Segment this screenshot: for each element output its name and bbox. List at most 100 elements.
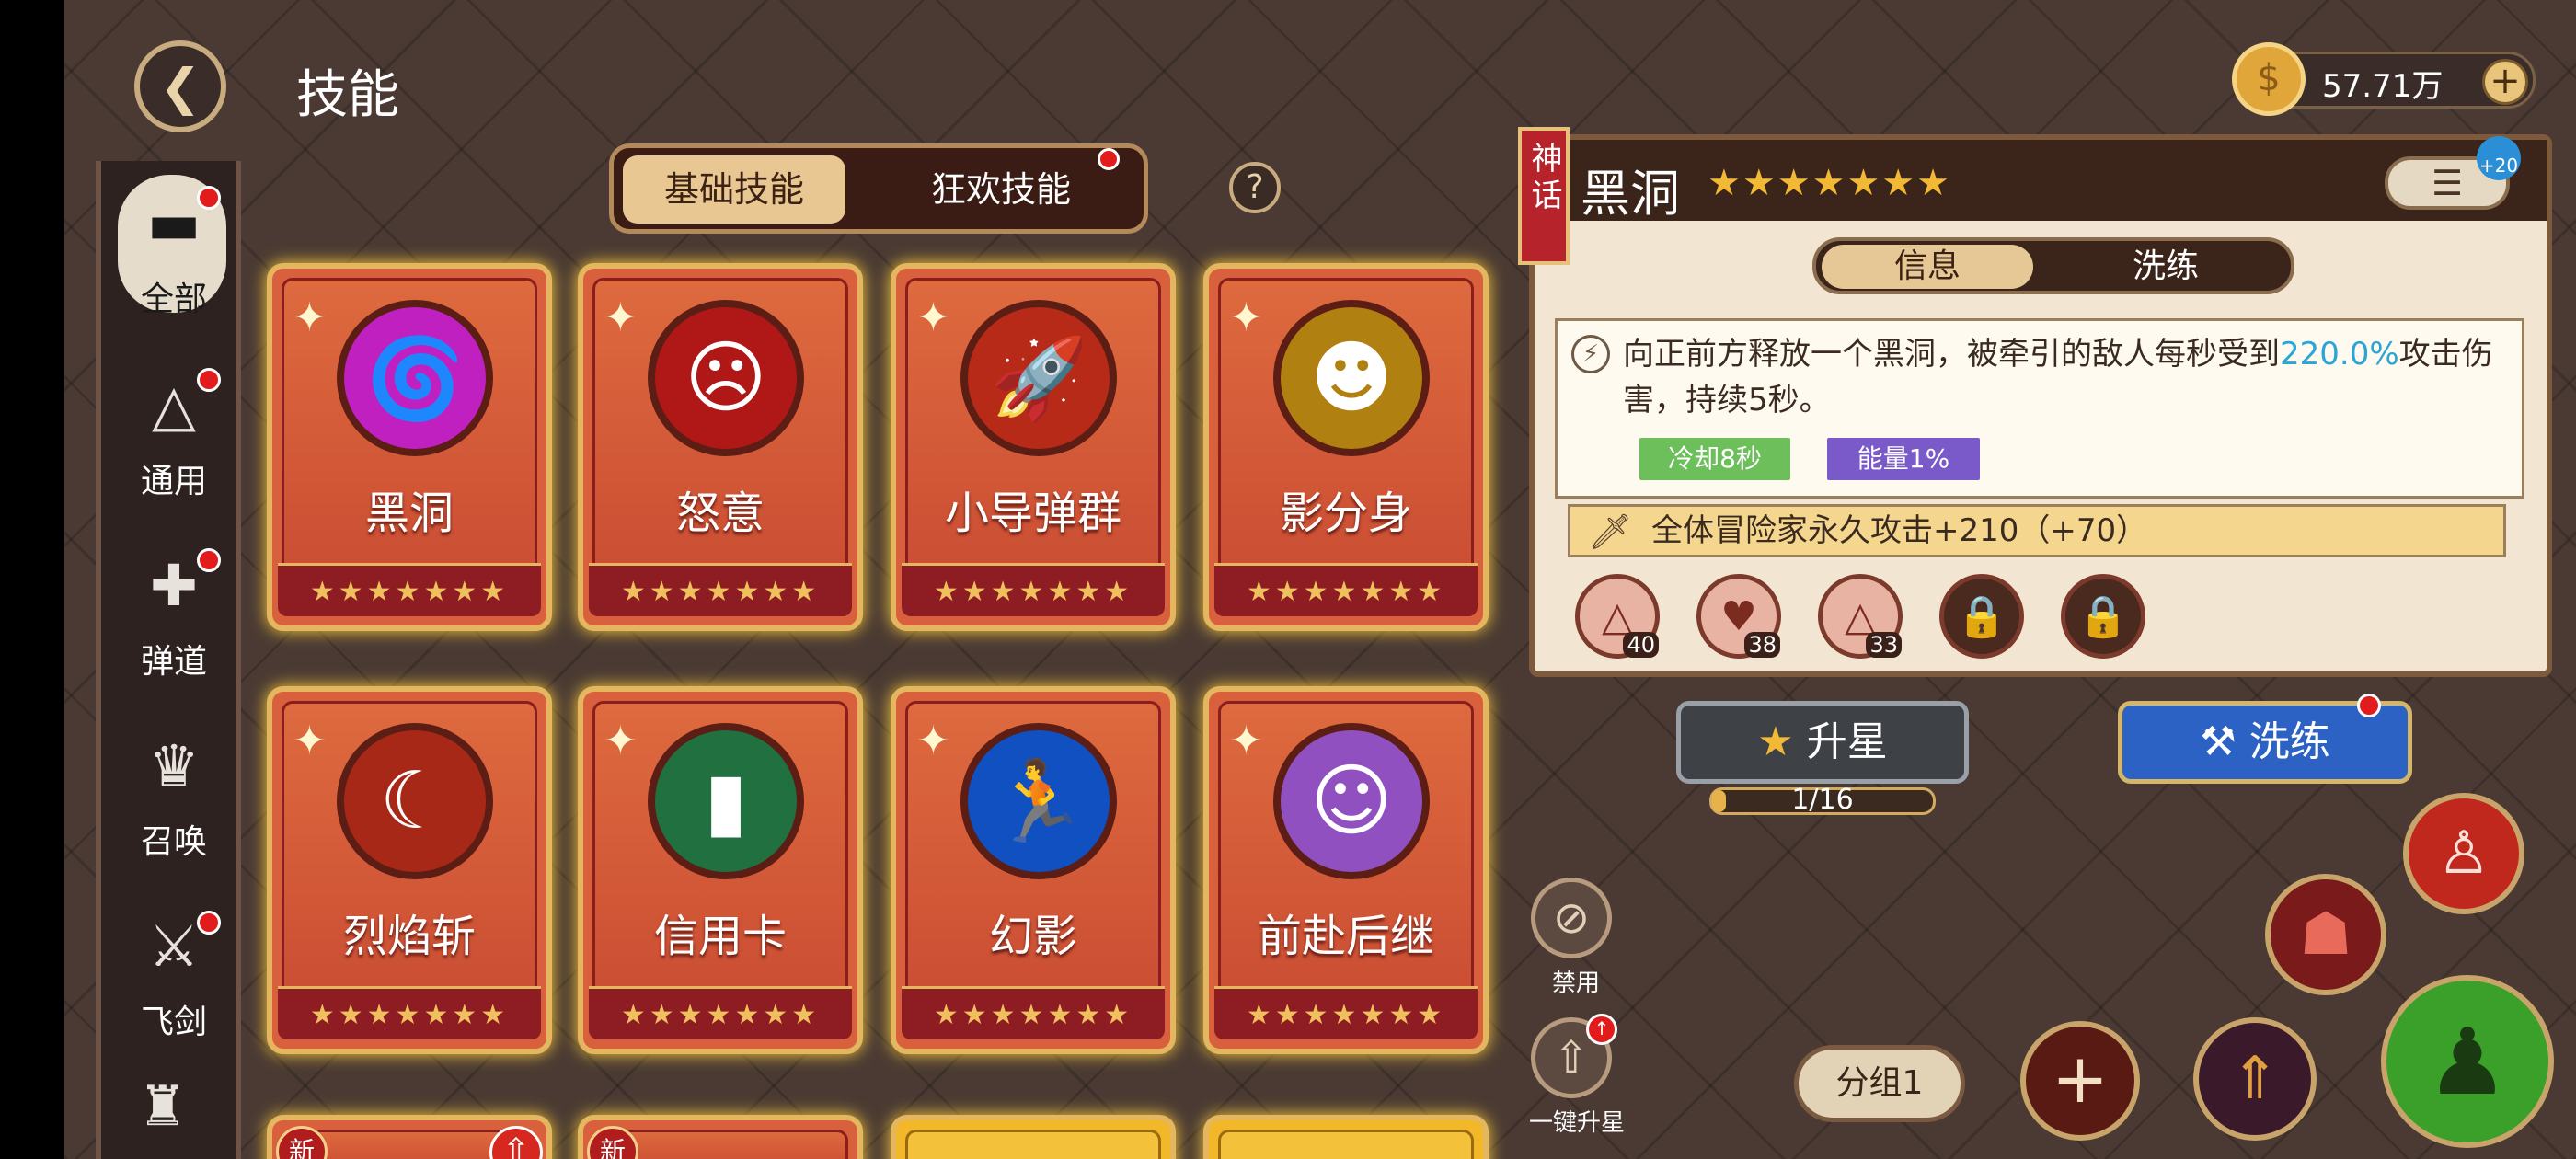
subtab-wash[interactable]: 洗练 bbox=[2046, 245, 2285, 289]
rune-slot-4[interactable]: 🔒 bbox=[1939, 574, 2024, 659]
back-button[interactable]: ❮ bbox=[134, 40, 226, 132]
list-icon: ☰ bbox=[2431, 163, 2464, 203]
skill-icon: ☺ bbox=[1273, 723, 1430, 879]
skill-card-name: 烈焰斩 bbox=[342, 911, 476, 962]
back-arrow-icon: ❮ bbox=[159, 57, 201, 116]
skill-card[interactable]: ✦ 🏃 幻影 ★★★★★★★ bbox=[891, 686, 1176, 1054]
skill-card-partial[interactable]: 新 ⇧ bbox=[267, 1115, 552, 1159]
skill-tabs: 基础技能 狂欢技能 bbox=[609, 143, 1148, 234]
subtab-info[interactable]: 信息 bbox=[1822, 245, 2033, 289]
sword-icon: 🗡 bbox=[1588, 511, 1633, 552]
ban-button[interactable]: ⊘ bbox=[1531, 878, 1612, 958]
skill-card-partial[interactable] bbox=[891, 1115, 1176, 1159]
wash-label: 洗练 bbox=[2248, 718, 2330, 765]
skill-icon: ☻ bbox=[1273, 300, 1430, 456]
rune-slot-3[interactable]: △ 33 bbox=[1818, 574, 1903, 659]
rune-count: 38 bbox=[1744, 632, 1780, 658]
sidebar-label: 弹道 bbox=[140, 643, 207, 681]
skill-card-stars: ★★★★★★★ bbox=[278, 563, 541, 616]
upgrade-badge-icon: ↑ bbox=[1586, 1014, 1617, 1045]
skill-icon: 🌀 bbox=[337, 300, 493, 456]
skill-card-stars: ★★★★★★★ bbox=[589, 563, 852, 616]
sparkle-icon: ✦ bbox=[604, 717, 638, 764]
cooldown-tag: 冷却8秒 bbox=[1639, 438, 1790, 480]
currency-value: 57.71万 bbox=[2322, 68, 2444, 105]
sparkle-icon: ✦ bbox=[916, 717, 950, 764]
skill-icon: ▮ bbox=[648, 723, 804, 879]
sidebar-label: 召唤 bbox=[140, 823, 207, 861]
skill-card-stars: ★★★★★★★ bbox=[278, 986, 541, 1039]
upgrade-arrow-icon: ⇧ bbox=[1552, 1032, 1591, 1084]
lock-icon: 🔒 bbox=[2077, 593, 2129, 640]
rune-count: 33 bbox=[1866, 632, 1902, 658]
bonus-bar: 全体冒险家永久攻击+210（+70） bbox=[1568, 504, 2506, 557]
skill-description: 向正前方释放一个黑洞，被牵引的敌人每秒受到220.0%攻击伤害，持续5秒。 bbox=[1623, 331, 2524, 423]
detail-skill-name: 黑洞 bbox=[1581, 165, 1680, 223]
skill-card-stars: ★★★★★★★ bbox=[902, 563, 1165, 616]
help-button[interactable]: ? bbox=[1229, 162, 1281, 213]
page-title: 技能 bbox=[296, 65, 399, 125]
upgrade-star-button[interactable]: ★ 升星 bbox=[1676, 701, 1969, 784]
skill-card-partial[interactable] bbox=[1203, 1115, 1489, 1159]
skill-card-stars: ★★★★★★★ bbox=[1214, 986, 1478, 1039]
sidebar-label: 全部 bbox=[140, 281, 207, 318]
gold-coin-icon: $ bbox=[2232, 42, 2306, 116]
sparkle-icon: ✦ bbox=[293, 717, 327, 764]
skill-card[interactable]: ✦ ☻ 影分身 ★★★★★★★ bbox=[1203, 263, 1489, 631]
sparkle-icon: ✦ bbox=[293, 294, 327, 341]
list-count-badge: +20 bbox=[2477, 136, 2521, 180]
add-currency-button[interactable]: + bbox=[2482, 59, 2528, 105]
energy-icon: ⚡ bbox=[1571, 335, 1610, 373]
tab-carnival-skills[interactable]: 狂欢技能 bbox=[868, 155, 1134, 224]
skill-card-partial[interactable]: 新 bbox=[578, 1115, 863, 1159]
skill-icon: ☹ bbox=[648, 300, 804, 456]
skill-card[interactable]: ✦ ☾ 烈焰斩 ★★★★★★★ bbox=[267, 686, 552, 1054]
rune-count: 40 bbox=[1623, 632, 1659, 658]
skill-card[interactable]: ✦ 🚀 小导弹群 ★★★★★★★ bbox=[891, 263, 1176, 631]
rune-slot-5[interactable]: 🔒 bbox=[2061, 574, 2145, 659]
skill-card-name: 前赴后继 bbox=[1257, 911, 1434, 962]
one-click-star-label: 一键升星 bbox=[1528, 1109, 1625, 1137]
skill-icon: ☾ bbox=[337, 723, 493, 879]
skill-card[interactable]: ✦ ▮ 信用卡 ★★★★★★★ bbox=[578, 686, 863, 1054]
equipped-skill-2[interactable]: ☗ bbox=[2265, 874, 2386, 995]
sparkle-icon: ✦ bbox=[1229, 294, 1263, 341]
star-icon: ★ bbox=[1757, 718, 1807, 765]
star-progress-text: 1/16 bbox=[1791, 784, 1854, 816]
equipped-skill-3[interactable]: ⇑ bbox=[2193, 1017, 2317, 1141]
spear-icon: ⇑ bbox=[2230, 1045, 2280, 1113]
notification-dot bbox=[1098, 148, 1120, 170]
notification-dot bbox=[197, 548, 221, 572]
ban-label: 禁用 bbox=[1551, 970, 1600, 997]
main-skill-button[interactable]: ♟ bbox=[2381, 975, 2554, 1148]
description-highlight: 220.0% bbox=[2280, 336, 2399, 373]
upgrade-star-label: 升星 bbox=[1806, 718, 1888, 765]
notification-dot bbox=[197, 911, 221, 935]
sparkle-icon: ✦ bbox=[1229, 717, 1263, 764]
notification-dot bbox=[197, 368, 221, 392]
equipped-skill-1[interactable]: ♙ bbox=[2403, 793, 2524, 914]
skill-card[interactable]: ✦ 🌀 黑洞 ★★★★★★★ bbox=[267, 263, 552, 631]
skill-card[interactable]: ✦ ☺ 前赴后继 ★★★★★★★ bbox=[1203, 686, 1489, 1054]
skill-card-name: 幻影 bbox=[988, 911, 1077, 962]
summon-icon: ♛ bbox=[148, 731, 200, 799]
notification-dot bbox=[197, 186, 221, 210]
ghost-figure-icon: ♙ bbox=[2437, 820, 2490, 888]
rune-slot-2[interactable]: ♥ 38 bbox=[1696, 574, 1781, 659]
skill-card-name: 影分身 bbox=[1279, 488, 1412, 539]
sidebar-label: 飞剑 bbox=[140, 1004, 207, 1041]
add-skill-button[interactable]: + bbox=[2020, 1021, 2140, 1141]
sidebar-more-icon[interactable]: ♜ bbox=[138, 1074, 188, 1139]
skill-icon: 🏃 bbox=[960, 723, 1117, 879]
ban-icon: ⊘ bbox=[1552, 892, 1591, 944]
detail-subtabs: 信息 洗练 bbox=[1812, 237, 2294, 294]
description-text: 向正前方释放一个黑洞，被牵引的敌人每秒受到 bbox=[1623, 336, 2280, 373]
tab-basic-skills[interactable]: 基础技能 bbox=[623, 155, 845, 224]
skill-card-stars: ★★★★★★★ bbox=[1214, 563, 1478, 616]
skill-card[interactable]: ✦ ☹ 怒意 ★★★★★★★ bbox=[578, 263, 863, 631]
group-button[interactable]: 分组1 bbox=[1794, 1045, 1965, 1122]
detail-stars: ★★★★★★★ bbox=[1708, 162, 1952, 204]
hammer-icon: ⚒ bbox=[2200, 718, 2249, 765]
plus-icon: + bbox=[2051, 1039, 2109, 1119]
rune-slot-1[interactable]: △ 40 bbox=[1575, 574, 1660, 659]
